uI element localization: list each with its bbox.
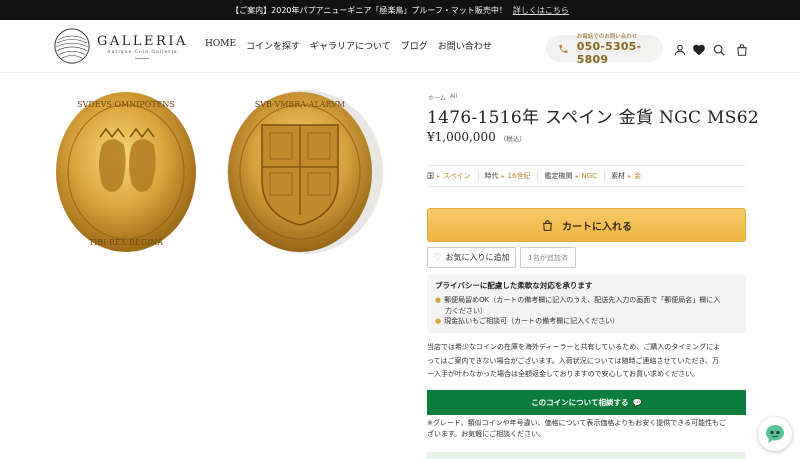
coin-obverse: SVDEVS·OMNIPOTENS TIBI·REX·REGINA xyxy=(56,92,196,252)
privacy-item-text: 現金払いもご相談可（カートの備考欄に記入ください） xyxy=(444,317,620,325)
logo-divider xyxy=(135,57,150,59)
logo-text: GALLERIA Antique Coin Galleria xyxy=(97,34,188,59)
phone-label: お電話でのお問い合わせ xyxy=(576,33,638,40)
chat-widget-button[interactable] xyxy=(758,417,792,451)
attribute-country: 国 ▸ スペイン xyxy=(427,171,479,181)
nav-item-about[interactable]: ギャラリアについて xyxy=(310,39,391,52)
user-icon[interactable] xyxy=(673,42,687,56)
attribute-material: 素材 ▸ 金 xyxy=(611,171,648,181)
phone-number: 050-5305-5809 xyxy=(576,39,642,66)
attribute-label: 鑑定機関 xyxy=(544,172,573,180)
phone-contact-button[interactable]: お電話でのお問い合わせ 050-5305-5809 xyxy=(546,34,663,66)
attribute-value[interactable]: スペイン xyxy=(443,171,471,181)
main-nav: HOME コインを探す ギャラリアについて ブログ お問い合わせ xyxy=(205,39,492,52)
description-line: 当店では希少なコインの在庫を海外ディーラーと共有しているため、ご購入のタイミング… xyxy=(427,343,721,351)
product-attributes: 国 ▸ スペイン 時代 ▸ 16世紀 鑑定機関 ▸ NGC 素材 ▸ 金 xyxy=(427,165,746,187)
note-line: ざいます。お気軽にご相談ください。 xyxy=(427,430,546,438)
privacy-item-text: 郵便局留めOK（カートの備考欄に記入のうえ、配送先入力の画面で「郵便局名」欄に入 xyxy=(444,296,721,304)
svg-text:SVB·VMBRA·ALARVM: SVB·VMBRA·ALARVM xyxy=(255,100,345,109)
bottom-banner xyxy=(427,452,746,459)
price-note: ※グレード、類似コインや年号違い、価格について表示価格よりもお安く提供できる可能… xyxy=(427,418,746,440)
attribute-value[interactable]: 16世紀 xyxy=(508,171,531,181)
privacy-item: ● 郵便局留めOK（カートの備考欄に記入のうえ、配送先入力の画面で「郵便局名」欄… xyxy=(435,295,738,306)
search-icon[interactable] xyxy=(712,42,726,56)
chevron-right-icon: ▸ xyxy=(628,172,632,180)
announcement-bar: 【ご案内】2020年パプアニューギニア「極楽鳥」プルーフ・マット販売中！ 詳しく… xyxy=(0,0,800,20)
chat-bubble-icon: 💬 xyxy=(632,398,642,407)
check-circle-icon: ● xyxy=(435,317,442,325)
breadcrumb: ホーム All xyxy=(428,93,457,102)
privacy-title: プライバシーに配慮した柔軟な対応を承ります xyxy=(435,281,593,290)
attribute-value[interactable]: 金 xyxy=(634,171,641,181)
phone-icon xyxy=(559,44,568,53)
add-to-favorites-button[interactable]: ♡ お気に入りに追加 xyxy=(427,247,516,268)
product-description: 当店では希少なコインの在庫を海外ディーラーと共有しているため、ご購入のタイミング… xyxy=(427,341,746,382)
check-circle-icon: ● xyxy=(435,296,442,304)
site-header: GALLERIA Antique Coin Galleria HOME コインを… xyxy=(0,20,800,73)
announcement-link[interactable]: 詳しくはこちら xyxy=(513,5,569,16)
logo-globe-icon xyxy=(54,28,90,64)
product-title: 1476-1516年 スペイン 金貨 NGC MS62 xyxy=(427,108,759,128)
privacy-item: ● 現金払いもご相談可（カートの備考欄に記入ください） xyxy=(435,316,738,327)
tax-note: （税込） xyxy=(499,135,526,143)
add-to-cart-button[interactable]: カートに入れる xyxy=(427,208,746,242)
product-price: ¥1,000,000 xyxy=(427,130,496,144)
coin-product-image[interactable]: SVDEVS·OMNIPOTENS TIBI·REX·REGINA SVB·VM… xyxy=(50,85,400,260)
brand-name: GALLERIA xyxy=(97,33,188,49)
bag-icon[interactable] xyxy=(735,42,749,56)
attribute-label: 時代 xyxy=(484,172,499,180)
breadcrumb-current[interactable]: All xyxy=(450,93,457,102)
attribute-value[interactable]: NGC xyxy=(581,172,597,180)
privacy-item-text: 力ください） xyxy=(445,306,487,315)
attribute-grader: 鑑定機関 ▸ NGC xyxy=(544,171,606,181)
consult-label: このコインについて相談する xyxy=(531,398,629,407)
consult-button[interactable]: このコインについて相談する 💬 xyxy=(427,390,746,415)
coin-reverse: SVB·VMBRA·ALARVM xyxy=(227,90,383,254)
nav-item-blog[interactable]: ブログ xyxy=(401,39,428,52)
attribute-label: 素材 xyxy=(611,172,626,180)
site-logo[interactable]: GALLERIA Antique Coin Galleria xyxy=(53,27,188,65)
nav-item-home[interactable]: HOME xyxy=(205,39,236,52)
svg-text:TIBI·REX·REGINA: TIBI·REX·REGINA xyxy=(89,238,164,247)
favorites-label: お気に入りに追加 xyxy=(445,253,510,262)
attribute-era: 時代 ▸ 16世紀 xyxy=(485,171,539,181)
phone-text: お電話でのお問い合わせ 050-5305-5809 xyxy=(577,32,663,66)
price-row: ¥1,000,000 （税込） xyxy=(427,130,526,144)
nav-item-contact[interactable]: お問い合わせ xyxy=(438,39,492,52)
heart-icon[interactable] xyxy=(692,42,706,56)
breadcrumb-home[interactable]: ホーム xyxy=(428,93,446,102)
description-line: 一入手が叶わなかった場合は全額返金しておりますので安心してお買い求めください。 xyxy=(427,370,700,378)
privacy-notice: プライバシーに配慮した柔軟な対応を承ります ● 郵便局留めOK（カートの備考欄に… xyxy=(427,274,746,333)
favorites-count: 1名が追加済 xyxy=(520,247,576,268)
chevron-right-icon: ▸ xyxy=(501,172,505,180)
add-to-cart-label: カートに入れる xyxy=(562,221,632,233)
announcement-text: 【ご案内】2020年パプアニューギニア「極楽鳥」プルーフ・マット販売中！ xyxy=(231,5,507,15)
nav-item-find-coins[interactable]: コインを探す xyxy=(246,39,300,52)
heart-outline-icon: ♡ xyxy=(433,252,442,263)
chevron-right-icon: ▸ xyxy=(575,172,579,180)
description-line: ってはご案内できない場合がございます。入荷状況については随時ご連絡させていただき… xyxy=(427,356,719,365)
bag-icon xyxy=(543,219,552,231)
privacy-item-continuation: 力ください） xyxy=(435,306,738,317)
attribute-label: 国 xyxy=(427,172,434,180)
chat-mascot-icon xyxy=(766,425,784,443)
svg-text:SVDEVS·OMNIPOTENS: SVDEVS·OMNIPOTENS xyxy=(77,100,175,109)
note-line: ※グレード、類似コインや年号違い、価格について表示価格よりもお安く提供できる可能… xyxy=(427,419,727,427)
chevron-right-icon: ▸ xyxy=(437,172,441,180)
brand-subtitle: Antique Coin Galleria xyxy=(107,49,178,55)
